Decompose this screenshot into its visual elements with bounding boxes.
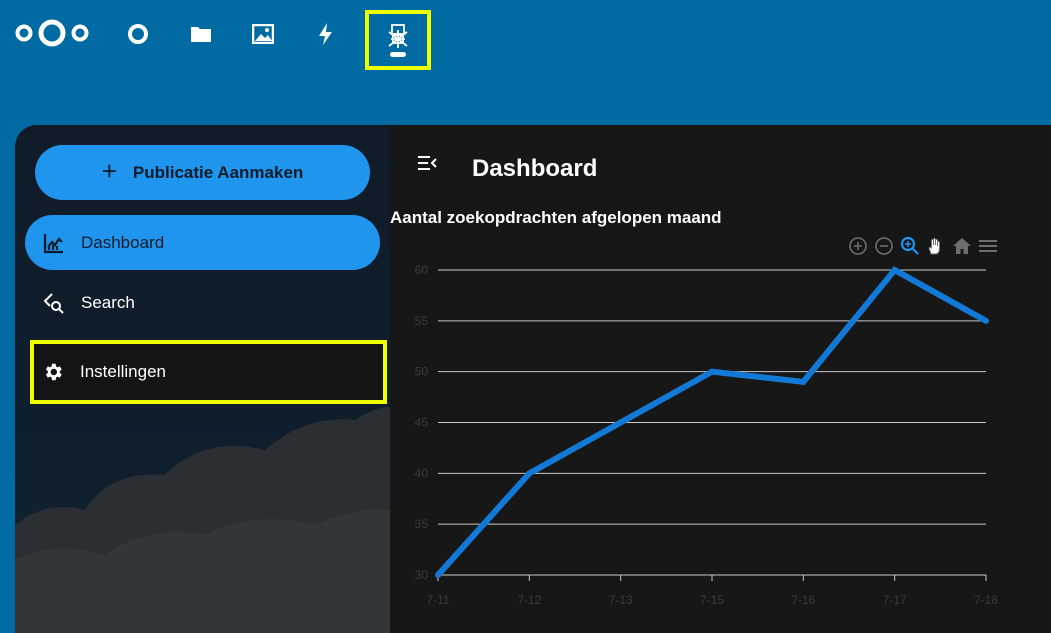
data-point bbox=[526, 470, 533, 477]
app-photos-button[interactable] bbox=[243, 14, 283, 54]
x-tick-label: 7-15 bbox=[700, 593, 724, 607]
data-point bbox=[983, 317, 989, 324]
y-tick-label: 55 bbox=[415, 314, 429, 328]
page-title: Dashboard bbox=[472, 155, 598, 182]
app-activity-button[interactable] bbox=[306, 14, 346, 54]
menu-collapse-icon[interactable] bbox=[414, 151, 442, 175]
x-tick-label: 7-11 bbox=[426, 593, 449, 607]
x-tick-label: 7-13 bbox=[609, 593, 633, 607]
app-opencatalogi-button[interactable] bbox=[365, 10, 431, 70]
sidebar-item-settings[interactable]: Instellingen bbox=[30, 340, 387, 404]
data-point bbox=[617, 419, 624, 426]
folder-icon bbox=[190, 24, 212, 44]
image-icon bbox=[252, 24, 274, 44]
x-tick-label: 7-17 bbox=[883, 593, 907, 607]
sidebar-item-label: Search bbox=[81, 292, 135, 312]
data-point bbox=[800, 378, 807, 385]
nextcloud-logo[interactable] bbox=[14, 19, 90, 47]
zoom-in-icon[interactable] bbox=[847, 235, 869, 257]
y-tick-label: 60 bbox=[415, 263, 429, 277]
reset-home-icon[interactable] bbox=[951, 235, 973, 257]
app-files-button[interactable] bbox=[181, 14, 221, 54]
x-tick-label: 7-18 bbox=[974, 593, 998, 607]
y-tick-label: 40 bbox=[415, 466, 429, 480]
main-content: Dashboard Aantal zoekopdrachten afgelope… bbox=[390, 125, 1051, 633]
plus-icon: + bbox=[101, 156, 117, 186]
background-clouds bbox=[15, 406, 390, 633]
data-point bbox=[891, 267, 898, 273]
app-dashboard-button[interactable] bbox=[118, 14, 158, 54]
y-tick-label: 35 bbox=[415, 517, 429, 531]
x-tick-label: 7-16 bbox=[791, 593, 815, 607]
sidebar: + Publicatie Aanmaken Dashboard Search I… bbox=[15, 125, 390, 633]
sidebar-item-label: Dashboard bbox=[81, 232, 165, 252]
y-tick-label: 45 bbox=[415, 416, 429, 430]
data-point bbox=[709, 368, 715, 375]
selection-zoom-icon[interactable] bbox=[899, 235, 921, 257]
dashboard-circle-icon bbox=[127, 23, 149, 45]
create-publication-button[interactable]: + Publicatie Aanmaken bbox=[35, 145, 370, 200]
sidebar-item-search[interactable]: Search bbox=[25, 275, 380, 330]
x-tick-label: 7-12 bbox=[517, 593, 541, 607]
y-tick-label: 30 bbox=[415, 568, 429, 582]
gear-icon bbox=[42, 361, 64, 383]
pan-hand-icon[interactable] bbox=[925, 235, 947, 257]
top-navigation-bar bbox=[0, 0, 1051, 125]
zoom-out-icon[interactable] bbox=[873, 235, 895, 257]
chart-title: Aantal zoekopdrachten afgelopen maand bbox=[390, 208, 722, 227]
lightning-icon bbox=[317, 22, 335, 46]
sidebar-item-dashboard[interactable]: Dashboard bbox=[25, 215, 380, 270]
data-point bbox=[435, 572, 441, 578]
y-tick-label: 50 bbox=[415, 365, 429, 379]
app-window: + Publicatie Aanmaken Dashboard Search I… bbox=[15, 125, 1051, 633]
search-icon bbox=[43, 292, 65, 314]
create-publication-label: Publicatie Aanmaken bbox=[132, 162, 304, 182]
sidebar-item-label: Instellingen bbox=[80, 362, 167, 381]
opencatalogi-app-icon bbox=[383, 20, 413, 60]
menu-icon[interactable] bbox=[977, 235, 999, 257]
chart-line-icon bbox=[43, 232, 65, 254]
search-count-line-chart: 60 55 50 45 40 35 30 7-11 7-12 7-13 7-15 7-16 7-17 7-… bbox=[415, 263, 999, 607]
